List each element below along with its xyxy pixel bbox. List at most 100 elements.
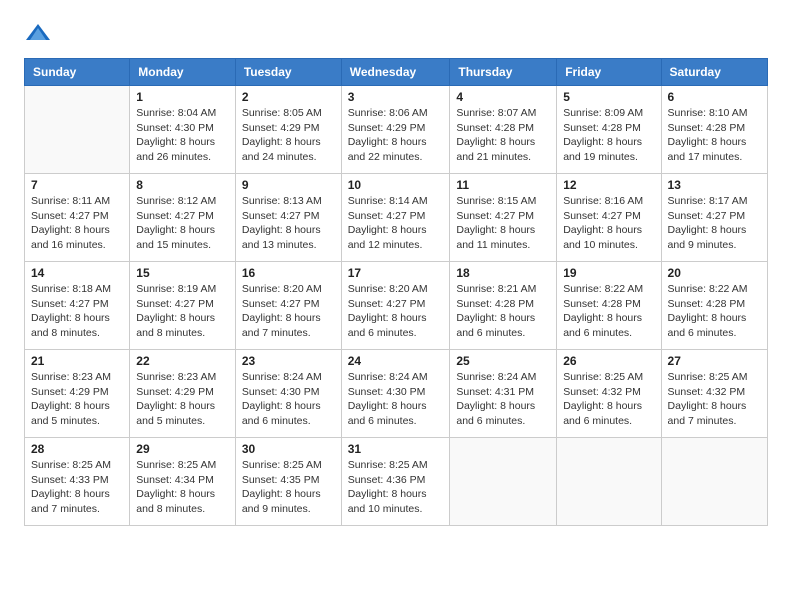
day-info: Sunrise: 8:18 AM Sunset: 4:27 PM Dayligh… [31,282,123,341]
week-row-5: 28 Sunrise: 8:25 AM Sunset: 4:33 PM Dayli… [25,438,768,526]
day-info: Sunrise: 8:06 AM Sunset: 4:29 PM Dayligh… [348,106,444,165]
day-cell: 3 Sunrise: 8:06 AM Sunset: 4:29 PM Daylig… [341,86,450,174]
day-cell: 4 Sunrise: 8:07 AM Sunset: 4:28 PM Daylig… [450,86,557,174]
day-cell: 6 Sunrise: 8:10 AM Sunset: 4:28 PM Daylig… [661,86,767,174]
day-number: 18 [456,266,550,280]
day-info: Sunrise: 8:24 AM Sunset: 4:31 PM Dayligh… [456,370,550,429]
day-info: Sunrise: 8:12 AM Sunset: 4:27 PM Dayligh… [136,194,229,253]
header [24,20,768,48]
day-cell: 16 Sunrise: 8:20 AM Sunset: 4:27 PM Dayli… [235,262,341,350]
day-header-friday: Friday [557,59,661,86]
day-info: Sunrise: 8:23 AM Sunset: 4:29 PM Dayligh… [31,370,123,429]
day-info: Sunrise: 8:23 AM Sunset: 4:29 PM Dayligh… [136,370,229,429]
day-number: 3 [348,90,444,104]
day-cell: 11 Sunrise: 8:15 AM Sunset: 4:27 PM Dayli… [450,174,557,262]
day-number: 20 [668,266,761,280]
day-number: 7 [31,178,123,192]
day-cell: 24Sunrise: 8:24 AM Sunset: 4:30 PM Dayli… [341,350,450,438]
day-info: Sunrise: 8:11 AM Sunset: 4:27 PM Dayligh… [31,194,123,253]
day-cell: 27Sunrise: 8:25 AM Sunset: 4:32 PM Dayli… [661,350,767,438]
day-cell: 29 Sunrise: 8:25 AM Sunset: 4:34 PM Dayli… [130,438,236,526]
day-number: 6 [668,90,761,104]
day-number: 27 [668,354,761,368]
day-info: Sunrise: 8:16 AM Sunset: 4:27 PM Dayligh… [563,194,654,253]
day-info: Sunrise: 8:04 AM Sunset: 4:30 PM Dayligh… [136,106,229,165]
day-number: 24 [348,354,444,368]
day-number: 17 [348,266,444,280]
day-cell: 2 Sunrise: 8:05 AM Sunset: 4:29 PM Daylig… [235,86,341,174]
day-cell: 26Sunrise: 8:25 AM Sunset: 4:32 PM Dayli… [557,350,661,438]
day-info: Sunrise: 8:07 AM Sunset: 4:28 PM Dayligh… [456,106,550,165]
day-number: 29 [136,442,229,456]
day-number: 31 [348,442,444,456]
day-number: 26 [563,354,654,368]
day-number: 8 [136,178,229,192]
week-row-1: 1 Sunrise: 8:04 AM Sunset: 4:30 PM Daylig… [25,86,768,174]
day-cell: 1 Sunrise: 8:04 AM Sunset: 4:30 PM Daylig… [130,86,236,174]
day-number: 11 [456,178,550,192]
day-number: 19 [563,266,654,280]
day-header-monday: Monday [130,59,236,86]
week-row-3: 14 Sunrise: 8:18 AM Sunset: 4:27 PM Dayli… [25,262,768,350]
day-info: Sunrise: 8:05 AM Sunset: 4:29 PM Dayligh… [242,106,335,165]
logo-icon [24,20,52,48]
day-cell: 22 Sunrise: 8:23 AM Sunset: 4:29 PM Dayli… [130,350,236,438]
day-info: Sunrise: 8:25 AM Sunset: 4:35 PM Dayligh… [242,458,335,517]
day-info: Sunrise: 8:09 AM Sunset: 4:28 PM Dayligh… [563,106,654,165]
day-cell: 9Sunrise: 8:13 AM Sunset: 4:27 PM Daylig… [235,174,341,262]
day-number: 10 [348,178,444,192]
day-number: 28 [31,442,123,456]
day-number: 21 [31,354,123,368]
day-number: 25 [456,354,550,368]
day-info: Sunrise: 8:22 AM Sunset: 4:28 PM Dayligh… [668,282,761,341]
day-info: Sunrise: 8:14 AM Sunset: 4:27 PM Dayligh… [348,194,444,253]
day-number: 22 [136,354,229,368]
day-cell: 7 Sunrise: 8:11 AM Sunset: 4:27 PM Daylig… [25,174,130,262]
day-header-saturday: Saturday [661,59,767,86]
day-number: 13 [668,178,761,192]
day-cell: 14 Sunrise: 8:18 AM Sunset: 4:27 PM Dayli… [25,262,130,350]
day-info: Sunrise: 8:19 AM Sunset: 4:27 PM Dayligh… [136,282,229,341]
day-number: 14 [31,266,123,280]
logo [24,20,56,48]
day-info: Sunrise: 8:25 AM Sunset: 4:34 PM Dayligh… [136,458,229,517]
day-number: 4 [456,90,550,104]
days-header-row: SundayMondayTuesdayWednesdayThursdayFrid… [25,59,768,86]
day-cell: 18Sunrise: 8:21 AM Sunset: 4:28 PM Dayli… [450,262,557,350]
day-number: 9 [242,178,335,192]
day-cell: 13 Sunrise: 8:17 AM Sunset: 4:27 PM Dayli… [661,174,767,262]
day-cell: 5 Sunrise: 8:09 AM Sunset: 4:28 PM Daylig… [557,86,661,174]
day-info: Sunrise: 8:17 AM Sunset: 4:27 PM Dayligh… [668,194,761,253]
day-cell [557,438,661,526]
day-number: 2 [242,90,335,104]
day-info: Sunrise: 8:20 AM Sunset: 4:27 PM Dayligh… [242,282,335,341]
day-number: 12 [563,178,654,192]
day-header-tuesday: Tuesday [235,59,341,86]
day-cell: 10 Sunrise: 8:14 AM Sunset: 4:27 PM Dayli… [341,174,450,262]
day-number: 23 [242,354,335,368]
day-cell: 12 Sunrise: 8:16 AM Sunset: 4:27 PM Dayli… [557,174,661,262]
day-cell: 19Sunrise: 8:22 AM Sunset: 4:28 PM Dayli… [557,262,661,350]
day-header-thursday: Thursday [450,59,557,86]
day-info: Sunrise: 8:10 AM Sunset: 4:28 PM Dayligh… [668,106,761,165]
calendar: SundayMondayTuesdayWednesdayThursdayFrid… [24,58,768,526]
day-info: Sunrise: 8:20 AM Sunset: 4:27 PM Dayligh… [348,282,444,341]
day-number: 5 [563,90,654,104]
day-info: Sunrise: 8:24 AM Sunset: 4:30 PM Dayligh… [242,370,335,429]
week-row-2: 7 Sunrise: 8:11 AM Sunset: 4:27 PM Daylig… [25,174,768,262]
day-cell [25,86,130,174]
day-info: Sunrise: 8:15 AM Sunset: 4:27 PM Dayligh… [456,194,550,253]
day-cell: 8 Sunrise: 8:12 AM Sunset: 4:27 PM Daylig… [130,174,236,262]
day-number: 1 [136,90,229,104]
day-number: 30 [242,442,335,456]
day-number: 15 [136,266,229,280]
day-info: Sunrise: 8:25 AM Sunset: 4:33 PM Dayligh… [31,458,123,517]
day-cell: 21 Sunrise: 8:23 AM Sunset: 4:29 PM Dayli… [25,350,130,438]
day-cell: 25 Sunrise: 8:24 AM Sunset: 4:31 PM Dayli… [450,350,557,438]
day-number: 16 [242,266,335,280]
day-cell: 28 Sunrise: 8:25 AM Sunset: 4:33 PM Dayli… [25,438,130,526]
day-info: Sunrise: 8:25 AM Sunset: 4:36 PM Dayligh… [348,458,444,517]
day-cell: 30 Sunrise: 8:25 AM Sunset: 4:35 PM Dayli… [235,438,341,526]
day-cell: 23 Sunrise: 8:24 AM Sunset: 4:30 PM Dayli… [235,350,341,438]
day-cell: 15 Sunrise: 8:19 AM Sunset: 4:27 PM Dayli… [130,262,236,350]
